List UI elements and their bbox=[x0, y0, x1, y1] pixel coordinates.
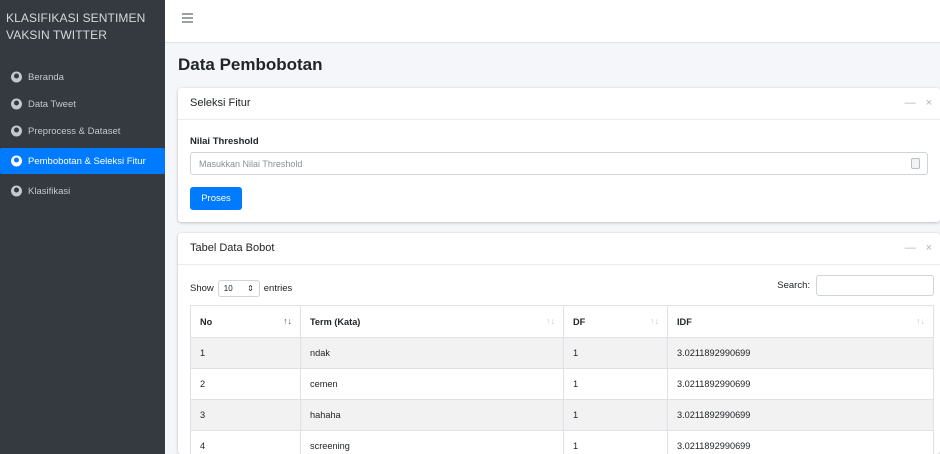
cell-df: 1 bbox=[563, 399, 668, 431]
minimize-icon[interactable]: — bbox=[905, 97, 916, 109]
sidebar-item-data-tweet[interactable]: Data Tweet bbox=[0, 91, 165, 117]
minimize-icon[interactable]: — bbox=[905, 242, 916, 254]
column-header-idf[interactable]: IDF ↑↓ bbox=[667, 305, 934, 338]
sidebar: KLASIFIKASI SENTIMEN VAKSIN TWITTER Bera… bbox=[0, 0, 165, 454]
table-row: 2 cemen 1 3.0211892990699 bbox=[190, 368, 934, 400]
cell-no: 3 bbox=[190, 399, 301, 431]
page-title: Data Pembobotan bbox=[178, 55, 323, 74]
tachometer-icon bbox=[11, 155, 22, 167]
cell-idf: 3.0211892990699 bbox=[667, 368, 934, 400]
entries-length-control: Show 10 ⇕ entries bbox=[190, 280, 292, 297]
cell-no: 2 bbox=[190, 368, 301, 400]
tachometer-icon bbox=[11, 71, 22, 83]
card-title: Tabel Data Bobot bbox=[190, 242, 275, 254]
column-header-df[interactable]: DF ↑↓ bbox=[563, 305, 668, 338]
table-row: 4 screening 1 3.0211892990699 bbox=[190, 430, 934, 454]
show-label: Show bbox=[190, 283, 214, 294]
cell-no: 4 bbox=[190, 430, 301, 454]
cell-idf: 3.0211892990699 bbox=[667, 337, 934, 369]
close-icon[interactable]: × bbox=[926, 242, 932, 254]
column-header-term[interactable]: Term (Kata) ↑↓ bbox=[300, 305, 564, 338]
sort-icon: ↑↓ bbox=[916, 316, 925, 326]
card-header: Tabel Data Bobot — × bbox=[178, 233, 940, 265]
card-title: Seleksi Fitur bbox=[190, 97, 251, 109]
sort-icon: ↑↓ bbox=[650, 316, 659, 326]
close-icon[interactable]: × bbox=[926, 97, 932, 109]
entries-select[interactable]: 10 ⇕ bbox=[217, 280, 260, 297]
seleksi-fitur-card: Seleksi Fitur — × Nilai Threshold Proses bbox=[178, 88, 940, 222]
sidebar-item-label: Beranda bbox=[28, 71, 64, 83]
sidebar-item-klasifikasi[interactable]: Klasifikasi bbox=[0, 178, 165, 204]
sidebar-item-preprocess[interactable]: Preprocess & Dataset bbox=[0, 118, 165, 144]
card-tools: — × bbox=[905, 97, 932, 109]
tachometer-icon bbox=[11, 125, 22, 137]
cell-term: ndak bbox=[300, 337, 564, 369]
sidebar-nav: Beranda Data Tweet Preprocess & Dataset … bbox=[0, 64, 165, 205]
tachometer-icon bbox=[11, 185, 22, 197]
brand-title[interactable]: KLASIFIKASI SENTIMEN VAKSIN TWITTER bbox=[6, 10, 156, 44]
proses-button[interactable]: Proses bbox=[190, 187, 242, 210]
brand-line-2: VAKSIN TWITTER bbox=[6, 28, 107, 42]
data-bobot-table: No ↑↓ Term (Kata) ↑↓ DF ↑↓ IDF ↑↓ 1 ndak 1 3… bbox=[190, 305, 934, 454]
cell-idf: 3.0211892990699 bbox=[667, 399, 934, 431]
table-search: Search: bbox=[777, 275, 934, 296]
column-header-no[interactable]: No ↑↓ bbox=[190, 305, 301, 338]
tabel-data-bobot-card: Tabel Data Bobot — × Show 10 ⇕ entries S… bbox=[178, 233, 940, 454]
table-header-row: No ↑↓ Term (Kata) ↑↓ DF ↑↓ IDF ↑↓ bbox=[190, 305, 934, 338]
entries-value: 10 bbox=[223, 284, 233, 293]
card-tools: — × bbox=[905, 242, 932, 254]
table-row: 3 hahaha 1 3.0211892990699 bbox=[190, 399, 934, 431]
number-spinner-icon[interactable] bbox=[911, 158, 920, 169]
search-input[interactable] bbox=[816, 275, 934, 296]
cell-term: hahaha bbox=[300, 399, 564, 431]
sidebar-item-label: Data Tweet bbox=[28, 98, 76, 110]
tachometer-icon bbox=[11, 98, 22, 110]
cell-df: 1 bbox=[563, 430, 668, 454]
card-header: Seleksi Fitur — × bbox=[178, 88, 940, 120]
threshold-input[interactable] bbox=[190, 152, 928, 175]
column-label: Term (Kata) bbox=[310, 316, 361, 327]
sidebar-item-label: Preprocess & Dataset bbox=[28, 125, 121, 137]
sort-asc-icon: ↑↓ bbox=[283, 316, 292, 326]
entries-label: entries bbox=[263, 283, 293, 294]
search-label: Search: bbox=[777, 280, 810, 291]
cell-idf: 3.0211892990699 bbox=[667, 430, 934, 454]
sidebar-item-label: Pembobotan & Seleksi Fitur bbox=[28, 155, 146, 167]
column-label: IDF bbox=[677, 316, 692, 327]
cell-df: 1 bbox=[563, 368, 668, 400]
sidebar-item-label: Klasifikasi bbox=[28, 185, 71, 197]
cell-df: 1 bbox=[563, 337, 668, 369]
column-label: DF bbox=[573, 316, 586, 327]
table-row: 1 ndak 1 3.0211892990699 bbox=[190, 337, 934, 369]
column-label: No bbox=[200, 316, 213, 327]
brand-line-1: KLASIFIKASI SENTIMEN bbox=[6, 11, 146, 25]
top-navbar bbox=[165, 0, 940, 43]
threshold-label: Nilai Threshold bbox=[190, 136, 259, 147]
sort-icon: ↑↓ bbox=[546, 316, 555, 326]
cell-term: screening bbox=[300, 430, 564, 454]
sidebar-item-pembobotan[interactable]: Pembobotan & Seleksi Fitur bbox=[0, 148, 165, 174]
sidebar-item-beranda[interactable]: Beranda bbox=[0, 64, 165, 90]
cell-no: 1 bbox=[190, 337, 301, 369]
menu-toggle-icon[interactable] bbox=[182, 13, 193, 23]
cell-term: cemen bbox=[300, 368, 564, 400]
select-arrows-icon: ⇕ bbox=[247, 284, 254, 293]
